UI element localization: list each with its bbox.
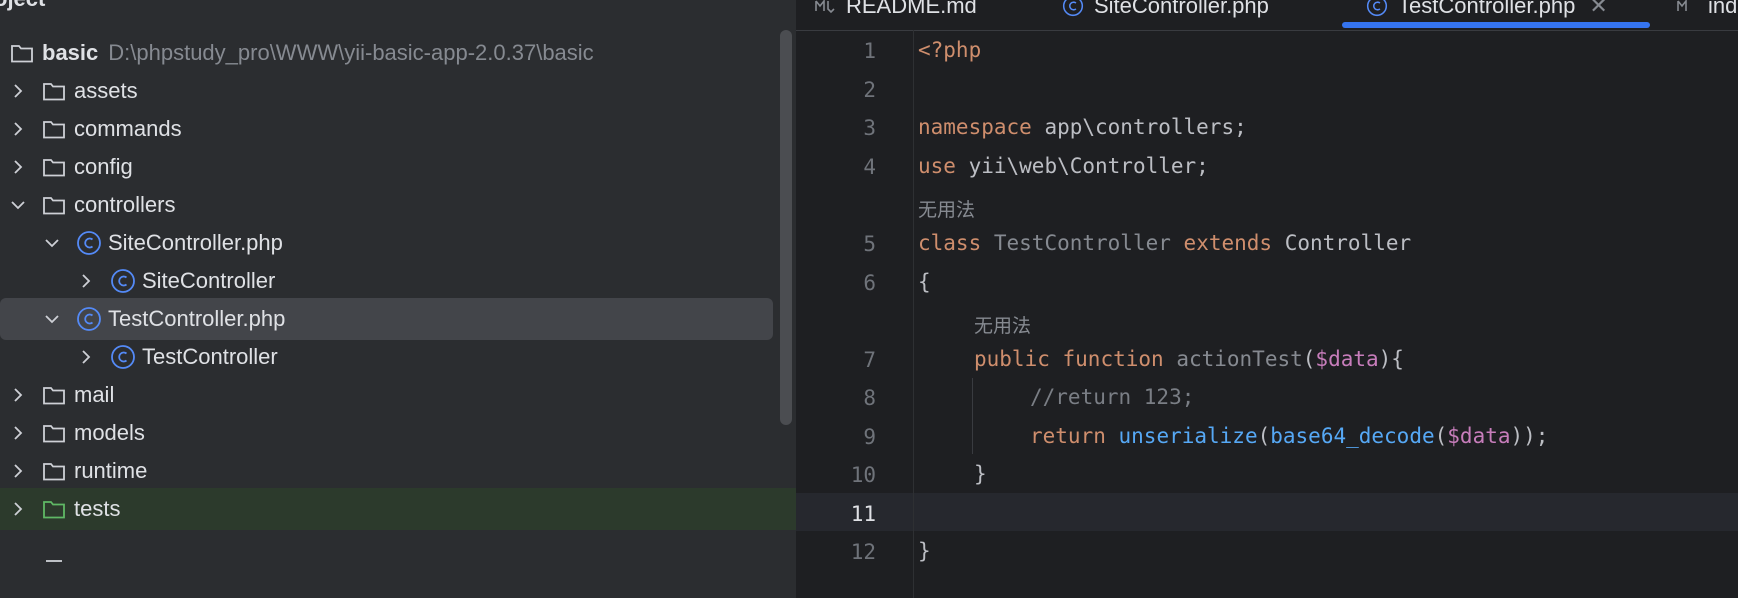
line-number: 6 [863, 271, 876, 295]
chevron-down-icon[interactable] [42, 233, 62, 253]
tree-item-tests[interactable]: tests [0, 488, 796, 530]
tree-item-siteclass[interactable]: SiteController [0, 260, 796, 302]
chevron-right-icon[interactable] [76, 271, 96, 291]
code-line-10[interactable]: } [974, 462, 987, 486]
tree-item-label: SiteController [142, 268, 276, 293]
folder-icon [42, 80, 66, 102]
code-line-8[interactable]: //return 123; [1030, 385, 1194, 409]
line-number: 1 [863, 39, 876, 63]
tree-item-label: models [74, 420, 145, 445]
code-line-12[interactable]: } [918, 539, 931, 563]
code-line-1[interactable]: <?php [918, 38, 981, 62]
tree-item-label: mail [74, 382, 115, 407]
line-number: 4 [863, 155, 876, 179]
markdown-icon [1677, 0, 1687, 11]
line-number: 8 [863, 386, 876, 410]
code-line-6[interactable]: { [918, 270, 931, 294]
tree-scrollbar[interactable] [780, 30, 792, 425]
usage-hint-class[interactable]: 无用法 [918, 195, 975, 222]
tree-item-mail[interactable]: mail [0, 374, 788, 416]
php-class-icon [110, 268, 136, 294]
tree-item-label: runtime [74, 458, 148, 483]
tab-label: README.md [846, 0, 977, 18]
chevron-right-icon[interactable] [76, 347, 96, 367]
line-number: 2 [863, 78, 876, 102]
tree-item-runtime[interactable]: runtime [0, 450, 788, 492]
markdown-icon [815, 0, 835, 14]
chevron-right-icon[interactable] [8, 119, 28, 139]
tree-item-label: TestController [142, 344, 278, 369]
chevron-right-icon[interactable] [8, 499, 28, 519]
panel-title: oject [0, 0, 45, 12]
tree-item-models[interactable]: models [0, 412, 788, 454]
tab-index[interactable]: ind [1676, 0, 1737, 26]
line-number-current: 11 [850, 502, 876, 526]
tree-item-testcontroller-php[interactable]: TestController.php [0, 298, 773, 340]
chevron-right-icon[interactable] [8, 157, 28, 177]
chevron-right-icon[interactable] [8, 385, 28, 405]
current-line-highlight [796, 493, 1738, 531]
tab-readme[interactable]: README.md [814, 0, 977, 26]
chevron-right-icon[interactable] [8, 423, 28, 443]
editor[interactable]: README.md SiteController.php TestControl… [796, 0, 1738, 598]
folder-icon [42, 194, 66, 216]
root-name: basic [42, 40, 99, 65]
code-line-7[interactable]: public function actionTest($data){ [974, 347, 1404, 371]
tree-item-testclass[interactable]: TestController [0, 336, 796, 378]
code-line-9[interactable]: return unserialize(base64_decode($data))… [1030, 424, 1548, 448]
code-line-3[interactable]: namespace app\controllers; [918, 115, 1247, 139]
tree-item-label: TestController.php [108, 306, 286, 331]
tree-item-commands[interactable]: commands [0, 108, 788, 150]
tree-item-label: tests [74, 496, 121, 521]
code-line-4[interactable]: use yii\web\Controller; [918, 154, 1209, 178]
line-number: 10 [850, 463, 876, 487]
line-number: 9 [863, 425, 876, 449]
tree-item-controllers[interactable]: controllers [0, 184, 788, 226]
chevron-right-icon[interactable] [8, 81, 28, 101]
code-line-5[interactable]: class TestController extends Controller [918, 231, 1411, 255]
tab-bar: README.md SiteController.php TestControl… [796, 0, 1738, 31]
php-class-icon [76, 230, 102, 256]
folder-icon [42, 422, 66, 444]
tree-root-basic[interactable]: basic D:\phpstudy_pro\WWW\yii-basic-app-… [0, 32, 790, 74]
usage-hint-method[interactable]: 无用法 [974, 311, 1031, 338]
project-panel: oject basic D:\phpstudy_pro\WWW\yii-basi… [0, 0, 796, 598]
root-path: D:\phpstudy_pro\WWW\yii-basic-app-2.0.37… [108, 40, 594, 65]
folder-icon [42, 118, 66, 140]
php-class-icon [1062, 0, 1084, 17]
gutter-separator [913, 30, 914, 598]
tab-label: SiteController.php [1094, 0, 1269, 18]
php-class-icon [76, 306, 102, 332]
folder-icon [42, 156, 66, 178]
tab-label: TestController.php [1398, 0, 1576, 18]
indent-guide [972, 378, 973, 454]
php-class-icon [110, 344, 136, 370]
chevron-right-icon[interactable] [8, 461, 28, 481]
line-number: 12 [850, 540, 876, 564]
tree-item-config[interactable]: config [0, 146, 788, 188]
tree-item-label: config [74, 154, 133, 179]
test-folder-icon [42, 498, 66, 520]
tree-item-label: controllers [74, 192, 176, 217]
chevron-down-icon[interactable] [8, 195, 28, 215]
line-number: 3 [863, 116, 876, 140]
folder-icon [42, 460, 66, 482]
tab-label: ind [1708, 0, 1738, 18]
php-class-icon [1366, 0, 1388, 17]
tree-item-label: SiteController.php [108, 230, 283, 255]
folder-icon [42, 384, 66, 406]
tree-item-partial[interactable] [0, 526, 796, 568]
tree-item-label: commands [74, 116, 182, 141]
line-number: 5 [863, 232, 876, 256]
close-icon[interactable]: ✕ [1589, 0, 1607, 19]
chevron-down-icon[interactable] [42, 309, 62, 329]
active-tab-indicator [1342, 22, 1650, 28]
tree-item-sitecontroller-php[interactable]: SiteController.php [0, 222, 796, 264]
tree-item-assets[interactable]: assets [0, 70, 788, 112]
file-icon [42, 551, 66, 573]
tab-sitecontroller[interactable]: SiteController.php [1062, 0, 1269, 26]
tree-item-label: assets [74, 78, 138, 103]
line-number: 7 [863, 348, 876, 372]
folder-icon [10, 42, 34, 64]
